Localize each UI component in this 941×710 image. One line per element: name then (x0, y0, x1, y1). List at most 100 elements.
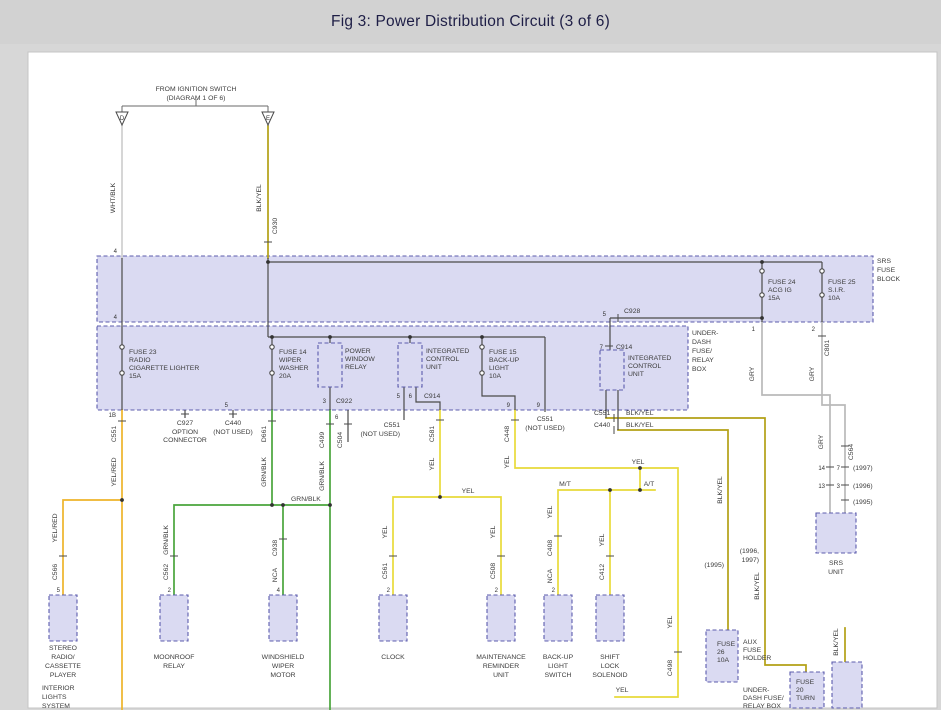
c914-label-icu2: C914 (616, 344, 632, 351)
c551-main-label: C551 (111, 426, 118, 442)
fuse15-label-2: BACK-UP (489, 357, 520, 364)
diagram-ref-label: (DIAGRAM 1 OF 6) (167, 95, 226, 102)
nca-wiper-label: NCA (272, 567, 279, 582)
fuse23-terminal-bottom (120, 371, 124, 375)
from-ignition-label: FROM IGNITION SWITCH (156, 86, 237, 93)
pin-13-srs: 13 (818, 484, 825, 490)
grnblk-moonroof-label: GRN/BLK (163, 525, 170, 555)
yel-right-label: YEL (667, 615, 674, 628)
interior-label-2: LIGHTS (42, 694, 67, 701)
stereo-label-2: RADIO/ (51, 654, 75, 661)
c562-label: C562 (163, 564, 170, 580)
underdash2-label-3: RELAY BOX (743, 703, 781, 710)
fuse26-label-3: 10A (717, 657, 730, 664)
stereo-label-1: STEREO (49, 645, 77, 652)
yel-horizontal1-label: YEL (462, 488, 475, 495)
fuse23-label-1: FUSE 23 (129, 349, 157, 356)
c440-notused: (NOT USED) (213, 429, 253, 436)
wiper-label-1: WINDSHIELD (262, 654, 305, 661)
yel-bottom-label: YEL (616, 687, 629, 694)
maint-label-2: REMINDER (483, 663, 519, 670)
underdash-label-1: UNDER- (692, 330, 718, 337)
option-label-2: CONNECTOR (163, 437, 207, 444)
fuse26-box (706, 630, 738, 682)
fuse15-terminal-top (480, 345, 484, 349)
icu2-label-2: CONTROL (628, 363, 661, 370)
option-label-1: OPTION (172, 429, 198, 436)
underdash-label-4: RELAY (692, 357, 714, 364)
fuse14-label-3: WASHER (279, 365, 309, 372)
c561-label: C561 (382, 563, 389, 579)
triangle-d-label: D (120, 116, 125, 122)
c440-line-label: C440 (594, 422, 610, 429)
fuse20-label-3: TURN (796, 695, 815, 702)
power-window-relay-box (318, 343, 342, 387)
pin-1b: 1B (109, 413, 116, 419)
wiper-label-3: MOTOR (270, 672, 295, 679)
fuse14-terminal-top (270, 345, 274, 349)
triangle-e-label: E (266, 116, 270, 122)
backup-switch-box (544, 595, 572, 641)
d661-label: D661 (261, 426, 268, 442)
c566-label: C566 (52, 564, 59, 580)
fuse24-terminal-bottom (760, 293, 764, 297)
grnblk-d661-label: GRN/BLK (261, 457, 268, 487)
fuse26-label-1: FUSE (717, 641, 736, 648)
wiper-label-2: WIPER (272, 663, 294, 670)
shift-label-2: LOCK (601, 663, 620, 670)
stereo-box (49, 595, 77, 641)
blkyel-1995-label: BLK/YEL (717, 476, 724, 504)
c938-label: C938 (272, 540, 279, 556)
year-1997-label: (1997) (853, 465, 873, 472)
stereo-label-4: PLAYER (50, 672, 76, 679)
c551-line-label: C551 (594, 410, 610, 417)
underdash-label-3: FUSE/ (692, 348, 712, 355)
icu1-label-3: UNIT (426, 364, 442, 371)
fuse25-label-2: S.I.R. (828, 287, 845, 294)
wiring-diagram: FROM IGNITION SWITCH (DIAGRAM 1 OF 6) D … (0, 0, 941, 710)
fuse14-label-1: FUSE 14 (279, 349, 307, 356)
aux-label-3: HOLDER (743, 655, 771, 662)
srs-fuse-block-box (97, 256, 873, 322)
c801-label: C801 (824, 340, 831, 356)
c564-label: C564 (848, 444, 855, 460)
fuse24-terminal-top (760, 269, 764, 273)
c499-label: C499 (319, 432, 326, 448)
yel-c448-label: YEL (504, 455, 511, 468)
srs-block-label-2: FUSE (877, 267, 896, 274)
fuse23-label-3: CIGARETTE LIGHTER (129, 365, 199, 372)
fuse15-label-1: FUSE 15 (489, 349, 517, 356)
c551-stub-notused: (NOT USED) (525, 425, 565, 432)
aux-label-1: AUX (743, 639, 757, 646)
moonroof-label-1: MOONROOF (154, 654, 195, 661)
clock-box (379, 595, 407, 641)
icu2-label-1: INTEGRATED (628, 355, 671, 362)
fuse25-terminal-top (820, 269, 824, 273)
icu2-box (600, 350, 624, 390)
fuse14-label-4: 20A (279, 373, 292, 380)
srs-block-label-3: BLOCK (877, 276, 901, 283)
fuse20-label-1: FUSE (796, 679, 815, 686)
fuse23-label-2: RADIO (129, 357, 151, 364)
c412-label: C412 (599, 564, 606, 580)
at-label: A/T (644, 481, 655, 488)
c551-icu1-notused: (NOT USED) (360, 431, 400, 438)
blkyel-right-label: BLK/YEL (833, 628, 840, 656)
grnblk-horizontal-label: GRN/BLK (291, 496, 321, 503)
srs-block-label-1: SRS (877, 258, 891, 265)
shift-solenoid-box (596, 595, 624, 641)
c504-label: C504 (337, 432, 344, 448)
fuse15-label-4: 10A (489, 373, 502, 380)
nca-backup-label: NCA (547, 568, 554, 583)
maint-label-1: MAINTENANCE (476, 654, 526, 661)
icu2-label-3: UNIT (628, 371, 644, 378)
year-1996-label: (1996) (853, 483, 873, 490)
c914-label-icu1: C914 (424, 393, 440, 400)
gry-label-2: GRY (809, 366, 816, 381)
stereo-label-3: CASSETTE (45, 663, 81, 670)
yelred-stereo-label: YEL/RED (52, 513, 59, 542)
backup-label-3: SWITCH (545, 672, 572, 679)
c498-label: C498 (667, 660, 674, 676)
underdash-label-5: BOX (692, 366, 707, 373)
yel-clock-label: YEL (382, 525, 389, 538)
